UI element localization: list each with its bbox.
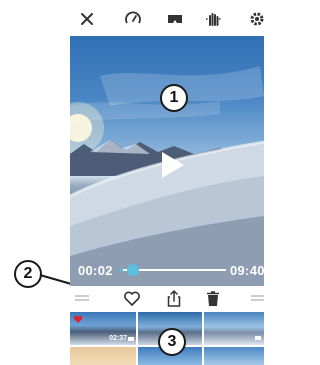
video-camera-icon	[255, 336, 261, 340]
phone-screen: 1 00:02 09:40 02:37 3	[70, 0, 264, 365]
progress-knob	[127, 264, 139, 276]
speedometer-icon[interactable]	[124, 10, 142, 28]
close-icon[interactable]	[78, 10, 96, 28]
media-action-bar	[70, 286, 264, 312]
share-icon[interactable]	[164, 289, 184, 309]
menu-lines-icon[interactable]	[72, 289, 92, 309]
total-duration: 09:40	[230, 263, 264, 278]
heart-icon[interactable]	[122, 289, 142, 309]
gear-icon[interactable]	[248, 10, 264, 28]
video-camera-icon	[128, 337, 134, 341]
hand-stabilize-icon[interactable]	[204, 10, 222, 28]
thumbnail-duration: 02:37	[109, 335, 127, 342]
callout-2: 2	[14, 260, 42, 288]
thumbnail[interactable]	[204, 347, 264, 365]
menu-lines-icon[interactable]	[248, 289, 264, 309]
top-toolbar	[70, 0, 264, 36]
callout-1: 1	[160, 84, 188, 112]
thumbnail-selected[interactable]: 02:37	[70, 312, 136, 345]
play-icon[interactable]	[160, 150, 186, 180]
vr-goggles-icon[interactable]	[166, 10, 184, 28]
video-preview[interactable]: 1 00:02 09:40	[70, 36, 264, 286]
trash-icon[interactable]	[203, 289, 223, 309]
thumbnail[interactable]	[204, 312, 264, 345]
thumbnail[interactable]	[70, 347, 136, 365]
callout-3: 3	[158, 328, 186, 356]
heart-badge-icon	[73, 315, 83, 323]
callout-leader-line	[39, 274, 73, 285]
